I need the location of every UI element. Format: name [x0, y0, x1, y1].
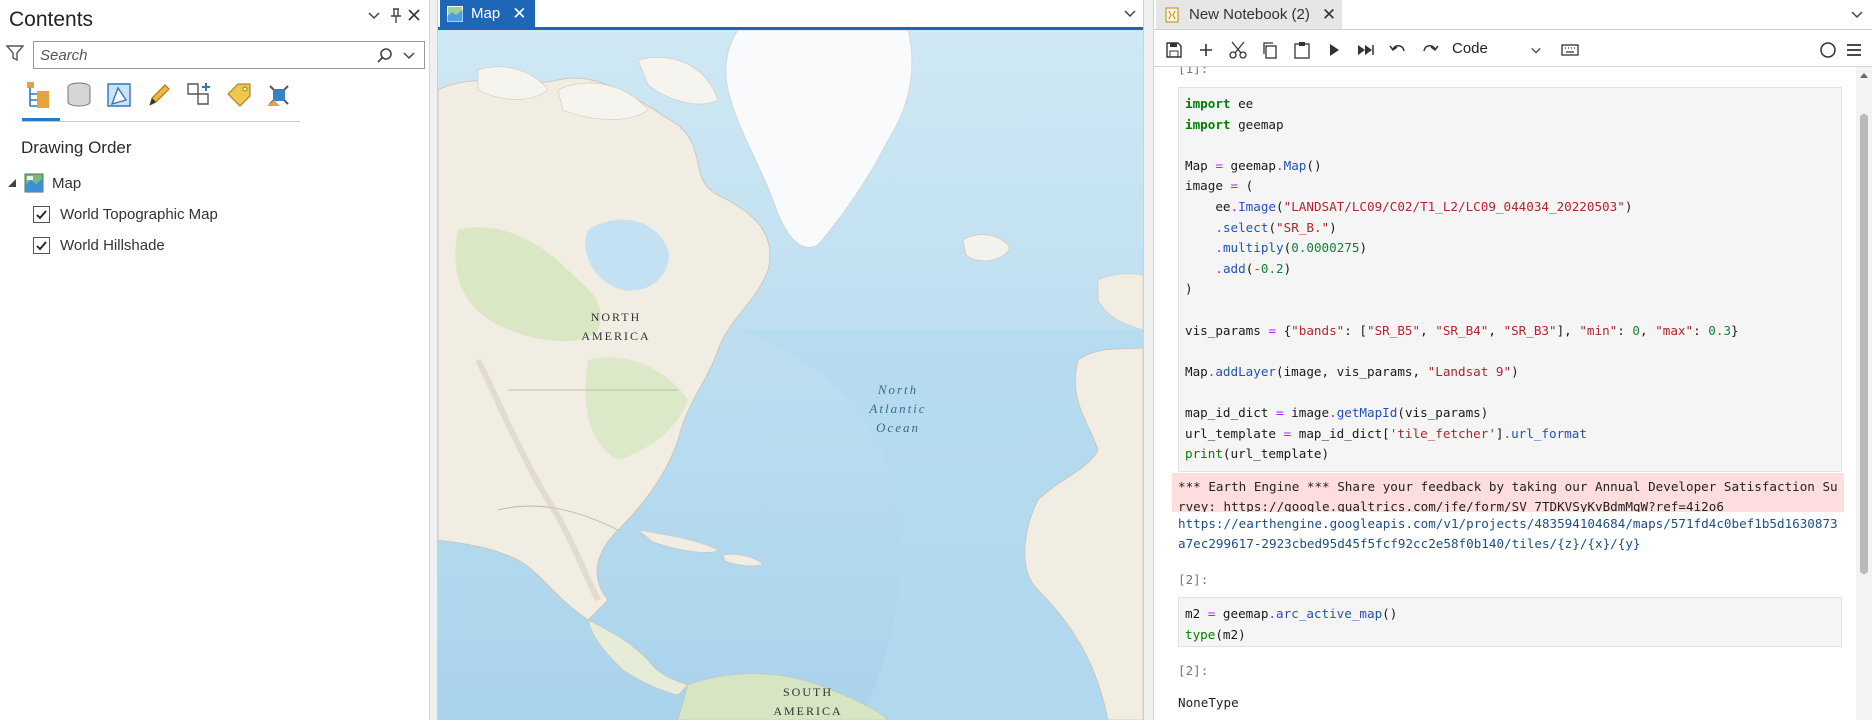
cell-2-output: NoneType: [1178, 695, 1239, 710]
map-tab-label: Map: [471, 5, 501, 22]
insert-cell-icon[interactable]: [1196, 40, 1216, 60]
tab-overflow-chevron-icon[interactable]: [1850, 7, 1864, 21]
layer-label: World Topographic Map: [60, 205, 218, 223]
tab-map[interactable]: Map ✕: [440, 0, 535, 27]
list-by-editing-icon[interactable]: [144, 80, 178, 114]
undo-icon[interactable]: [1388, 40, 1408, 60]
search-icon[interactable]: [376, 47, 394, 65]
search-options-chevron-icon[interactable]: [402, 48, 416, 62]
layer-visibility-checkbox[interactable]: [33, 205, 50, 223]
kernel-status-icon: [1820, 42, 1836, 58]
map-icon: [24, 173, 44, 193]
map-label-north-america: NORTH AMERICA: [576, 308, 656, 346]
notebook-toolbar: Code: [1154, 33, 1872, 67]
cell-type-value: Code: [1452, 40, 1488, 57]
layer-item-world-topographic-map[interactable]: World Topographic Map: [33, 201, 218, 227]
layer-label: World Hillshade: [60, 236, 165, 254]
list-by-snapping-icon[interactable]: [184, 80, 218, 114]
code-cell-2[interactable]: m2 = geemap.arc_active_map() type(m2): [1178, 597, 1842, 647]
tab-new-notebook[interactable]: New Notebook (2) ✕: [1156, 0, 1342, 29]
copy-icon[interactable]: [1260, 40, 1280, 60]
map-label-north-atlantic-ocean: North Atlantic Ocean: [858, 380, 938, 437]
notebook-cells: [1]: import ee import geemap Map = geema…: [1154, 67, 1854, 720]
drawing-order-heading: Drawing Order: [21, 138, 132, 157]
map-label-line: Ocean: [876, 420, 920, 435]
map-label-line: NORTH: [590, 310, 642, 324]
contents-title: Contents: [9, 8, 94, 31]
map-node-label: Map: [52, 174, 82, 192]
layer-visibility-checkbox[interactable]: [33, 236, 50, 254]
paste-icon[interactable]: [1292, 40, 1312, 60]
contents-pane: Contents Search Drawing Order Map World …: [0, 0, 430, 720]
basemap-graphic: [438, 30, 1143, 720]
run-all-icon[interactable]: [1356, 40, 1376, 60]
notebook-scrollbar[interactable]: [1856, 67, 1872, 720]
list-by-perspective-imagery-icon[interactable]: [264, 80, 298, 114]
cell-prompt: [1]:: [1178, 67, 1209, 76]
map-label-line: AMERICA: [773, 704, 843, 718]
scrollbar-thumb[interactable]: [1860, 114, 1868, 574]
chevron-down-icon: [1531, 47, 1541, 54]
map-label-line: North: [877, 382, 919, 397]
cell-1-stdout-output[interactable]: https://earthengine.googleapis.com/v1/pr…: [1178, 514, 1842, 553]
close-tab-icon[interactable]: ✕: [512, 4, 526, 24]
list-by-source-icon[interactable]: [64, 80, 98, 114]
keyboard-shortcuts-icon[interactable]: [1560, 40, 1580, 60]
list-by-drawing-order-icon[interactable]: [24, 80, 58, 114]
cell-1-stderr-output: *** Earth Engine *** Share your feedback…: [1172, 473, 1844, 512]
cell-type-dropdown[interactable]: Code: [1452, 40, 1544, 60]
map-label-line: AMERICA: [581, 329, 651, 343]
run-cell-icon[interactable]: [1324, 40, 1344, 60]
cell-prompt: [2]:: [1178, 572, 1209, 587]
map-label-line: Atlantic: [869, 401, 927, 416]
redo-icon[interactable]: [1420, 40, 1440, 60]
map-label-line: SOUTH: [782, 685, 833, 699]
pane-options-chevron-icon[interactable]: [364, 8, 384, 28]
layer-item-world-hillshade[interactable]: World Hillshade: [33, 232, 165, 258]
hamburger-menu-icon[interactable]: [1844, 40, 1864, 60]
map-canvas[interactable]: NORTH AMERICA North Atlantic Ocean SOUTH…: [438, 30, 1143, 720]
map-tab-icon: [447, 5, 463, 22]
list-by-labeling-icon[interactable]: [224, 80, 258, 114]
contents-search-input[interactable]: [40, 45, 370, 65]
cut-icon[interactable]: [1228, 40, 1248, 60]
auto-hide-pin-icon[interactable]: [386, 8, 406, 28]
tab-overflow-chevron-icon[interactable]: [1123, 6, 1137, 20]
toolbar-divider: [22, 121, 300, 122]
map-view-pane: Map ✕ NORTH AMERICA North Atlantic Ocean…: [438, 0, 1143, 720]
scroll-up-arrow-icon[interactable]: [1859, 71, 1869, 79]
map-tree-node[interactable]: Map: [6, 170, 81, 196]
cell-prompt: [2]:: [1178, 663, 1209, 678]
map-tab-bar: Map ✕: [438, 0, 1143, 30]
save-icon[interactable]: [1164, 40, 1184, 60]
list-by-selection-icon[interactable]: [104, 80, 138, 114]
code-cell-1[interactable]: import ee import geemap Map = geemap.Map…: [1178, 87, 1842, 472]
close-pane-icon[interactable]: [404, 8, 424, 28]
notebook-tab-label: New Notebook (2): [1189, 6, 1310, 23]
pane-splitter[interactable]: [430, 0, 438, 720]
collapse-triangle-icon[interactable]: [6, 177, 18, 189]
close-tab-icon[interactable]: ✕: [1322, 5, 1336, 25]
filter-icon[interactable]: [5, 44, 26, 64]
map-label-south-america: SOUTH AMERICA: [768, 683, 848, 720]
notebook-icon: [1165, 7, 1179, 22]
contents-search-field[interactable]: [33, 41, 425, 69]
notebook-tab-bar: New Notebook (2) ✕: [1154, 0, 1872, 30]
notebook-pane: New Notebook (2) ✕ Code [1]: import ee i…: [1154, 0, 1872, 720]
pane-splitter[interactable]: [1143, 0, 1154, 720]
